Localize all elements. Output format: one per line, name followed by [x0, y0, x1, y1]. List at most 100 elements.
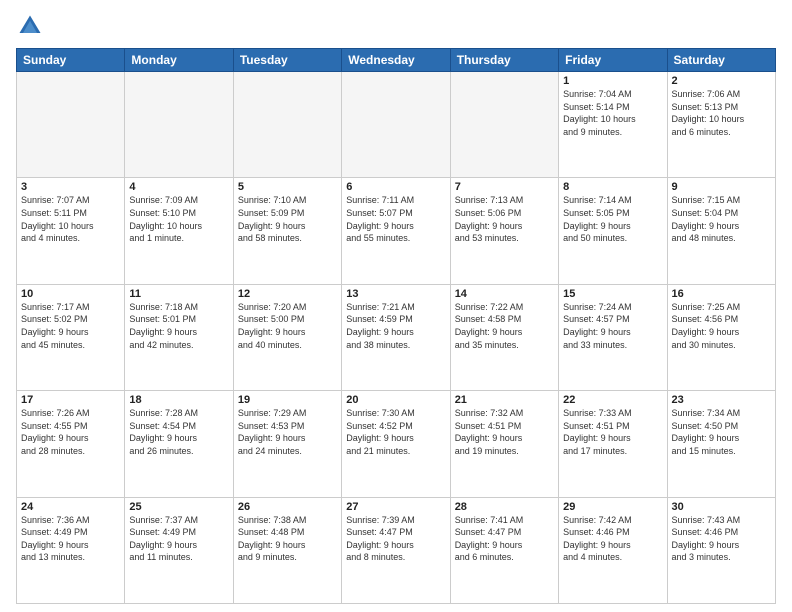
day-cell-13: 13Sunrise: 7:21 AM Sunset: 4:59 PM Dayli… — [342, 284, 450, 390]
day-number: 26 — [238, 501, 337, 513]
day-number: 21 — [455, 394, 554, 406]
day-cell-5: 5Sunrise: 7:10 AM Sunset: 5:09 PM Daylig… — [233, 178, 341, 284]
day-cell-17: 17Sunrise: 7:26 AM Sunset: 4:55 PM Dayli… — [17, 391, 125, 497]
day-info: Sunrise: 7:34 AM Sunset: 4:50 PM Dayligh… — [672, 407, 771, 457]
week-row-5: 24Sunrise: 7:36 AM Sunset: 4:49 PM Dayli… — [17, 497, 776, 603]
day-number: 12 — [238, 288, 337, 300]
day-cell-25: 25Sunrise: 7:37 AM Sunset: 4:49 PM Dayli… — [125, 497, 233, 603]
day-cell-28: 28Sunrise: 7:41 AM Sunset: 4:47 PM Dayli… — [450, 497, 558, 603]
day-number: 10 — [21, 288, 120, 300]
weekday-friday: Friday — [559, 49, 667, 72]
day-cell-22: 22Sunrise: 7:33 AM Sunset: 4:51 PM Dayli… — [559, 391, 667, 497]
day-number: 7 — [455, 181, 554, 193]
day-cell-23: 23Sunrise: 7:34 AM Sunset: 4:50 PM Dayli… — [667, 391, 775, 497]
day-number: 20 — [346, 394, 445, 406]
day-info: Sunrise: 7:42 AM Sunset: 4:46 PM Dayligh… — [563, 514, 662, 564]
day-cell-21: 21Sunrise: 7:32 AM Sunset: 4:51 PM Dayli… — [450, 391, 558, 497]
day-cell-29: 29Sunrise: 7:42 AM Sunset: 4:46 PM Dayli… — [559, 497, 667, 603]
day-number: 25 — [129, 501, 228, 513]
day-info: Sunrise: 7:38 AM Sunset: 4:48 PM Dayligh… — [238, 514, 337, 564]
day-number: 5 — [238, 181, 337, 193]
day-number: 27 — [346, 501, 445, 513]
header — [16, 12, 776, 40]
day-info: Sunrise: 7:36 AM Sunset: 4:49 PM Dayligh… — [21, 514, 120, 564]
day-number: 11 — [129, 288, 228, 300]
weekday-tuesday: Tuesday — [233, 49, 341, 72]
day-number: 1 — [563, 75, 662, 87]
day-number: 29 — [563, 501, 662, 513]
day-info: Sunrise: 7:22 AM Sunset: 4:58 PM Dayligh… — [455, 301, 554, 351]
day-number: 24 — [21, 501, 120, 513]
day-cell-16: 16Sunrise: 7:25 AM Sunset: 4:56 PM Dayli… — [667, 284, 775, 390]
day-number: 3 — [21, 181, 120, 193]
weekday-monday: Monday — [125, 49, 233, 72]
day-number: 18 — [129, 394, 228, 406]
empty-cell — [233, 72, 341, 178]
weekday-saturday: Saturday — [667, 49, 775, 72]
day-cell-10: 10Sunrise: 7:17 AM Sunset: 5:02 PM Dayli… — [17, 284, 125, 390]
logo-icon — [16, 12, 44, 40]
day-info: Sunrise: 7:17 AM Sunset: 5:02 PM Dayligh… — [21, 301, 120, 351]
calendar-table: SundayMondayTuesdayWednesdayThursdayFrid… — [16, 48, 776, 604]
day-cell-4: 4Sunrise: 7:09 AM Sunset: 5:10 PM Daylig… — [125, 178, 233, 284]
empty-cell — [450, 72, 558, 178]
day-number: 28 — [455, 501, 554, 513]
day-number: 17 — [21, 394, 120, 406]
day-cell-9: 9Sunrise: 7:15 AM Sunset: 5:04 PM Daylig… — [667, 178, 775, 284]
day-number: 22 — [563, 394, 662, 406]
day-number: 16 — [672, 288, 771, 300]
day-cell-20: 20Sunrise: 7:30 AM Sunset: 4:52 PM Dayli… — [342, 391, 450, 497]
day-info: Sunrise: 7:30 AM Sunset: 4:52 PM Dayligh… — [346, 407, 445, 457]
week-row-4: 17Sunrise: 7:26 AM Sunset: 4:55 PM Dayli… — [17, 391, 776, 497]
week-row-3: 10Sunrise: 7:17 AM Sunset: 5:02 PM Dayli… — [17, 284, 776, 390]
day-info: Sunrise: 7:04 AM Sunset: 5:14 PM Dayligh… — [563, 88, 662, 138]
day-number: 2 — [672, 75, 771, 87]
day-cell-24: 24Sunrise: 7:36 AM Sunset: 4:49 PM Dayli… — [17, 497, 125, 603]
day-info: Sunrise: 7:32 AM Sunset: 4:51 PM Dayligh… — [455, 407, 554, 457]
day-number: 8 — [563, 181, 662, 193]
day-info: Sunrise: 7:14 AM Sunset: 5:05 PM Dayligh… — [563, 194, 662, 244]
empty-cell — [17, 72, 125, 178]
day-info: Sunrise: 7:39 AM Sunset: 4:47 PM Dayligh… — [346, 514, 445, 564]
day-number: 13 — [346, 288, 445, 300]
day-cell-8: 8Sunrise: 7:14 AM Sunset: 5:05 PM Daylig… — [559, 178, 667, 284]
logo — [16, 12, 48, 40]
weekday-thursday: Thursday — [450, 49, 558, 72]
day-cell-27: 27Sunrise: 7:39 AM Sunset: 4:47 PM Dayli… — [342, 497, 450, 603]
day-info: Sunrise: 7:11 AM Sunset: 5:07 PM Dayligh… — [346, 194, 445, 244]
day-number: 4 — [129, 181, 228, 193]
day-cell-14: 14Sunrise: 7:22 AM Sunset: 4:58 PM Dayli… — [450, 284, 558, 390]
day-cell-1: 1Sunrise: 7:04 AM Sunset: 5:14 PM Daylig… — [559, 72, 667, 178]
day-cell-18: 18Sunrise: 7:28 AM Sunset: 4:54 PM Dayli… — [125, 391, 233, 497]
day-cell-15: 15Sunrise: 7:24 AM Sunset: 4:57 PM Dayli… — [559, 284, 667, 390]
day-info: Sunrise: 7:20 AM Sunset: 5:00 PM Dayligh… — [238, 301, 337, 351]
day-number: 30 — [672, 501, 771, 513]
weekday-header-row: SundayMondayTuesdayWednesdayThursdayFrid… — [17, 49, 776, 72]
day-cell-7: 7Sunrise: 7:13 AM Sunset: 5:06 PM Daylig… — [450, 178, 558, 284]
day-cell-30: 30Sunrise: 7:43 AM Sunset: 4:46 PM Dayli… — [667, 497, 775, 603]
day-number: 19 — [238, 394, 337, 406]
day-number: 15 — [563, 288, 662, 300]
day-info: Sunrise: 7:13 AM Sunset: 5:06 PM Dayligh… — [455, 194, 554, 244]
day-cell-19: 19Sunrise: 7:29 AM Sunset: 4:53 PM Dayli… — [233, 391, 341, 497]
day-info: Sunrise: 7:28 AM Sunset: 4:54 PM Dayligh… — [129, 407, 228, 457]
day-info: Sunrise: 7:37 AM Sunset: 4:49 PM Dayligh… — [129, 514, 228, 564]
day-info: Sunrise: 7:29 AM Sunset: 4:53 PM Dayligh… — [238, 407, 337, 457]
empty-cell — [125, 72, 233, 178]
day-info: Sunrise: 7:43 AM Sunset: 4:46 PM Dayligh… — [672, 514, 771, 564]
day-info: Sunrise: 7:15 AM Sunset: 5:04 PM Dayligh… — [672, 194, 771, 244]
day-number: 6 — [346, 181, 445, 193]
day-info: Sunrise: 7:25 AM Sunset: 4:56 PM Dayligh… — [672, 301, 771, 351]
weekday-wednesday: Wednesday — [342, 49, 450, 72]
day-info: Sunrise: 7:26 AM Sunset: 4:55 PM Dayligh… — [21, 407, 120, 457]
day-info: Sunrise: 7:18 AM Sunset: 5:01 PM Dayligh… — [129, 301, 228, 351]
day-info: Sunrise: 7:33 AM Sunset: 4:51 PM Dayligh… — [563, 407, 662, 457]
day-info: Sunrise: 7:09 AM Sunset: 5:10 PM Dayligh… — [129, 194, 228, 244]
day-info: Sunrise: 7:07 AM Sunset: 5:11 PM Dayligh… — [21, 194, 120, 244]
day-info: Sunrise: 7:24 AM Sunset: 4:57 PM Dayligh… — [563, 301, 662, 351]
day-cell-6: 6Sunrise: 7:11 AM Sunset: 5:07 PM Daylig… — [342, 178, 450, 284]
empty-cell — [342, 72, 450, 178]
day-cell-12: 12Sunrise: 7:20 AM Sunset: 5:00 PM Dayli… — [233, 284, 341, 390]
weekday-sunday: Sunday — [17, 49, 125, 72]
day-cell-2: 2Sunrise: 7:06 AM Sunset: 5:13 PM Daylig… — [667, 72, 775, 178]
